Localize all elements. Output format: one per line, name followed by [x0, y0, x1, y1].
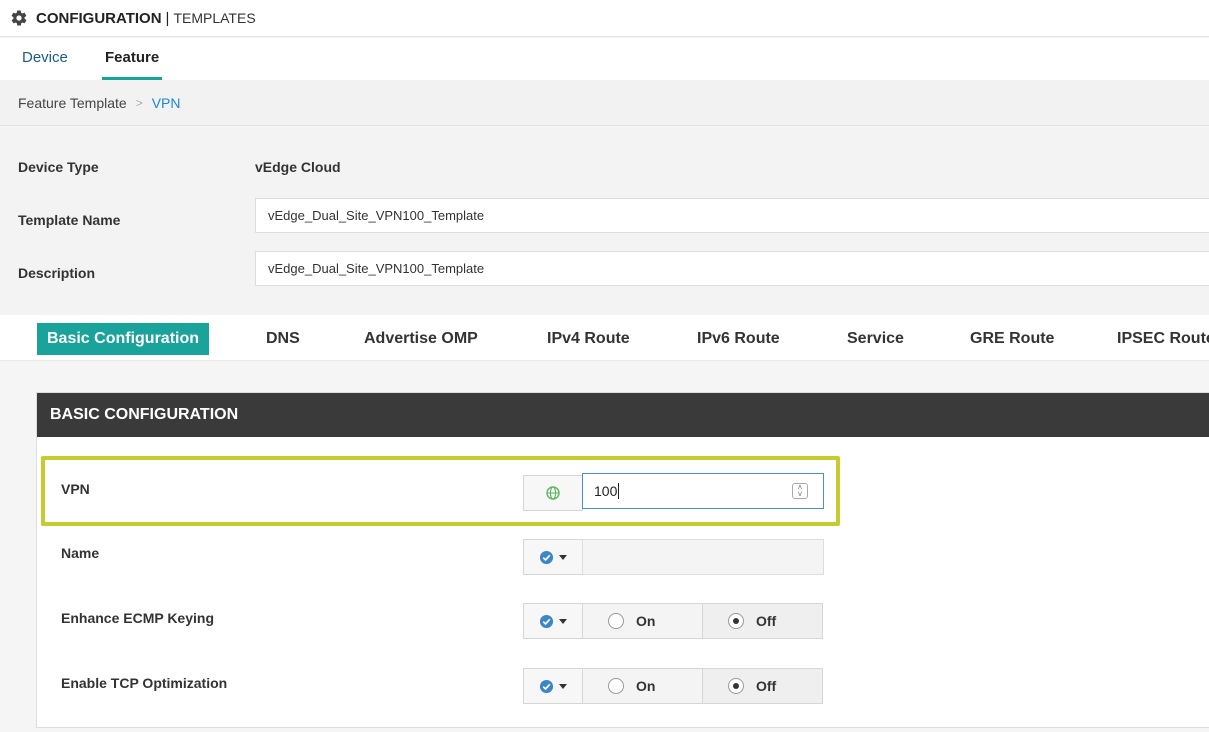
description-input[interactable]: vEdge_Dual_Site_VPN100_Template [255, 251, 1209, 286]
basic-configuration-panel: BASIC CONFIGURATION VPN 100 ˄ ˅ Name Enh… [36, 392, 1209, 728]
name-label: Name [61, 545, 100, 561]
device-type-label: Device Type [18, 159, 99, 175]
check-circle-icon [539, 550, 554, 564]
radio-unchecked [608, 613, 624, 629]
template-type-tabs: Device Feature [0, 38, 1209, 80]
page-header: CONFIGURATION | TEMPLATES [0, 0, 1209, 37]
tab-gre-route[interactable]: GRE Route [970, 323, 1054, 355]
check-circle-icon [539, 614, 554, 628]
text-caret [618, 483, 620, 499]
vpn-scope-selector[interactable] [523, 475, 583, 511]
breadcrumb: Feature Template > VPN [0, 80, 1209, 126]
ecmp-off-radio[interactable]: Off [702, 603, 823, 639]
tab-service[interactable]: Service [847, 323, 904, 355]
ecmp-on-radio[interactable]: On [582, 603, 703, 639]
description-label: Description [18, 265, 96, 281]
tab-ipsec-route[interactable]: IPSEC Route [1117, 323, 1209, 355]
breadcrumb-feature-template[interactable]: Feature Template [18, 95, 127, 111]
vpn-input-value: 100 [594, 483, 618, 499]
tcp-scope-selector[interactable] [523, 668, 583, 704]
breadcrumb-separator: > [135, 95, 143, 110]
vpn-label: VPN [61, 481, 90, 497]
tab-device[interactable]: Device [22, 38, 68, 80]
page-title: CONFIGURATION [36, 9, 162, 27]
page-subtitle: TEMPLATES [173, 10, 256, 26]
globe-icon [546, 486, 560, 500]
tab-advertise-omp[interactable]: Advertise OMP [364, 323, 478, 355]
ecmp-row: Enhance ECMP Keying On Off [37, 603, 1209, 653]
radio-unchecked [608, 678, 624, 694]
chevron-down-icon [559, 554, 567, 560]
tcp-row: Enable TCP Optimization On Off [37, 668, 1209, 718]
check-circle-icon [539, 679, 554, 693]
vpn-stepper-icon[interactable]: ˄ ˅ [792, 483, 808, 499]
template-name-input[interactable]: vEdge_Dual_Site_VPN100_Template [255, 198, 1209, 233]
name-input[interactable] [582, 539, 824, 575]
radio-checked [728, 613, 744, 629]
tcp-on-label: On [636, 678, 656, 694]
vpn-row: VPN 100 ˄ ˅ [37, 473, 1209, 525]
ecmp-label: Enhance ECMP Keying [61, 610, 215, 626]
template-form: Device Type vEdge Cloud Template Name vE… [0, 127, 1209, 315]
breadcrumb-vpn: VPN [151, 94, 181, 111]
chevron-down-icon [559, 683, 567, 689]
tab-ipv6-route[interactable]: IPv6 Route [697, 323, 780, 355]
name-scope-selector[interactable] [523, 539, 583, 575]
chevron-down-icon [559, 618, 567, 624]
panel-heading: BASIC CONFIGURATION [37, 393, 1209, 437]
device-type-value: vEdge Cloud [255, 159, 341, 175]
ecmp-on-label: On [636, 613, 656, 629]
tab-ipv4-route[interactable]: IPv4 Route [547, 323, 630, 355]
vpn-input[interactable]: 100 ˄ ˅ [582, 473, 824, 509]
tcp-off-radio[interactable]: Off [702, 668, 823, 704]
name-row: Name [37, 539, 1209, 589]
ecmp-scope-selector[interactable] [523, 603, 583, 639]
tab-basic-configuration[interactable]: Basic Configuration [37, 323, 210, 355]
title-separator: | [165, 9, 170, 27]
tcp-label: Enable TCP Optimization [61, 675, 228, 691]
ecmp-off-label: Off [756, 613, 777, 629]
section-tabs: Basic Configuration DNS Advertise OMP IP… [0, 315, 1209, 361]
tcp-off-label: Off [756, 678, 777, 694]
tcp-on-radio[interactable]: On [582, 668, 703, 704]
gear-icon [11, 10, 27, 26]
template-name-label: Template Name [18, 212, 121, 228]
radio-checked [728, 678, 744, 694]
tab-feature[interactable]: Feature [102, 38, 163, 80]
tab-dns[interactable]: DNS [266, 323, 300, 355]
